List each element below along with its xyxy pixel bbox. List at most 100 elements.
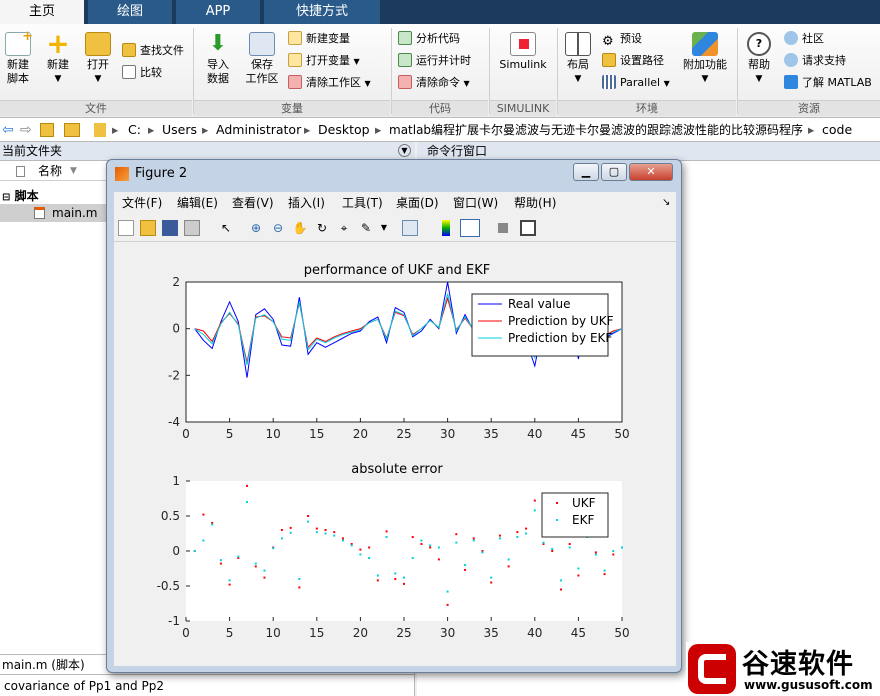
file-type-icon (16, 166, 25, 177)
colorbar-icon[interactable] (442, 220, 450, 236)
name-column-header[interactable]: 名称 (38, 161, 62, 181)
zoom-in-icon[interactable]: ⊕ (248, 220, 264, 236)
menu-insert[interactable]: 插入(I) (288, 192, 325, 214)
save-icon[interactable] (162, 220, 178, 236)
tab-home[interactable]: 主页 (0, 0, 84, 24)
panel-menu-icon[interactable]: ▼ (398, 144, 411, 157)
data-point-1 (516, 536, 519, 538)
breadcrumb-project[interactable]: matlab编程扩展卡尔曼滤波与无迹卡尔曼滤波的跟踪滤波性能的比较源码程序 (389, 118, 803, 142)
new-figure-icon[interactable] (118, 220, 134, 236)
menu-help[interactable]: 帮助(H) (514, 192, 556, 214)
help-dropdown-icon: ▼ (755, 74, 763, 84)
new-script-button[interactable]: + 新建 脚本 (2, 30, 34, 86)
parallel-button[interactable]: Parallel ▼ (602, 74, 670, 92)
rotate-icon[interactable]: ↻ (314, 220, 330, 236)
x-tick-label: 30 (440, 626, 455, 640)
tab-apps[interactable]: APP (176, 0, 260, 24)
request-support-button[interactable]: 请求支持 (784, 52, 846, 70)
maximize-button[interactable]: ▢ (601, 163, 627, 181)
hide-tools-icon[interactable] (498, 223, 508, 233)
menu-dock-icon[interactable]: ↘ (662, 192, 670, 214)
clear-workspace-button[interactable]: 清除工作区 ▼ (288, 74, 371, 92)
brush-dropdown-icon[interactable]: ▼ (376, 220, 392, 236)
preferences-button[interactable]: ⚙ 预设 (602, 30, 642, 49)
variable-group-label: 变量 (194, 100, 390, 116)
chart-title-performance: performance of UKF and EKF (304, 263, 491, 278)
collapse-icon[interactable]: ⊟ (2, 192, 10, 203)
help-label: 帮助 (748, 58, 770, 71)
new-label: 新建 (47, 58, 69, 71)
figure-title-bar[interactable]: Figure 2 ▁ ▢ ✕ (107, 160, 681, 188)
file-group-label: 文件 (0, 100, 192, 116)
menu-edit[interactable]: 编辑(E) (177, 192, 218, 214)
figure-canvas[interactable]: performance of UKF and EKF absolute erro… (114, 242, 676, 666)
brush-icon[interactable]: ✎ (358, 220, 374, 236)
new-button[interactable]: + 新建 ▼ (40, 30, 76, 86)
clear-commands-button[interactable]: 清除命令 ▼ (398, 74, 470, 92)
breadcrumb-administrator[interactable]: Administrator (216, 118, 301, 142)
data-point-1 (289, 531, 292, 534)
axes-error[interactable]: 0 5 10 15 20 25 30 35 40 45 50 -1 -0.5 0 0.5 1 UKF EKF (157, 474, 630, 640)
analyze-code-button[interactable]: 分析代码 (398, 30, 460, 48)
run-and-time-button[interactable]: 运行并计时 (398, 52, 471, 70)
layout-button[interactable]: 布局 ▼ (560, 32, 596, 86)
data-cursor-icon[interactable]: ⌖ (336, 220, 352, 236)
help-button[interactable]: ? 帮助 ▼ (742, 32, 776, 86)
add-ons-button[interactable]: 附加功能 ▼ (680, 32, 730, 86)
community-button[interactable]: 社区 (784, 30, 824, 48)
menu-view[interactable]: 查看(V) (232, 192, 274, 214)
data-point-0 (219, 562, 222, 565)
script-group[interactable]: ⊟ 脚本 (2, 187, 39, 204)
print-icon[interactable] (184, 220, 200, 236)
import-icon: ⬇ (208, 31, 228, 56)
cursor-icon[interactable]: ↖ (218, 220, 234, 236)
data-point-1 (411, 557, 414, 559)
figure-window[interactable]: Figure 2 ▁ ▢ ✕ 文件(F) 编辑(E) 查看(V) 插入(I) 工… (106, 159, 682, 673)
close-button[interactable]: ✕ (629, 163, 673, 181)
breadcrumb-desktop[interactable]: Desktop (318, 118, 370, 142)
data-point-0 (498, 534, 501, 537)
find-files-button[interactable]: 查找文件 (122, 42, 184, 60)
compare-button[interactable]: 比较 (122, 64, 162, 82)
open-file-icon[interactable] (140, 220, 156, 236)
pan-icon[interactable]: ✋ (292, 220, 308, 236)
layout-dropdown-icon: ▼ (574, 74, 582, 84)
tab-plots[interactable]: 绘图 (88, 0, 172, 24)
breadcrumb-drive[interactable]: C: (128, 118, 141, 142)
data-point-1 (490, 576, 493, 579)
data-point-0 (551, 550, 554, 552)
new-variable-button[interactable]: 新建变量 (288, 30, 350, 48)
show-tools-icon[interactable] (520, 220, 536, 236)
zoom-out-icon[interactable]: ⊖ (270, 220, 286, 236)
menu-window[interactable]: 窗口(W) (453, 192, 498, 214)
save-workspace-button[interactable]: 保存 工作区 (240, 32, 284, 86)
up-folder-icon[interactable] (40, 123, 54, 137)
minimize-button[interactable]: ▁ (573, 163, 599, 181)
forward-arrow-icon[interactable]: ⇨ (20, 118, 32, 142)
tab-shortcuts[interactable]: 快捷方式 (264, 0, 380, 24)
simulink-button[interactable]: Simulink (494, 32, 552, 72)
legend-icon[interactable] (460, 219, 480, 237)
menu-file[interactable]: 文件(F) (122, 192, 162, 214)
set-path-button[interactable]: 设置路径 (602, 52, 664, 70)
data-point-0 (446, 603, 449, 606)
file-item-main[interactable]: main.m (0, 204, 106, 222)
address-bar[interactable]: ⇦ ⇨ ▸ C: ▸ Users ▸ Administrator ▸ Deskt… (0, 118, 880, 142)
browse-folder-icon[interactable] (64, 123, 80, 137)
breadcrumb-users[interactable]: Users (162, 118, 197, 142)
request-support-label: 请求支持 (802, 54, 846, 67)
axes-performance[interactable]: 0 5 10 15 20 25 30 35 40 45 50 -4 -2 0 2 Real value Pred… (168, 275, 630, 441)
open-button[interactable]: 打开 ▼ (80, 32, 116, 86)
back-arrow-icon[interactable]: ⇦ (2, 118, 14, 142)
learn-matlab-button[interactable]: 了解 MATLAB (784, 74, 872, 92)
link-plot-icon[interactable] (402, 220, 418, 236)
data-point-1 (211, 523, 214, 526)
y-tick-label: 2 (172, 275, 180, 289)
menu-tools[interactable]: 工具(T) (342, 192, 383, 214)
open-variable-button[interactable]: 打开变量 ▼ (288, 52, 360, 70)
menu-desktop[interactable]: 桌面(D) (396, 192, 439, 214)
import-data-button[interactable]: ⬇ 导入 数据 (198, 32, 238, 86)
import-label: 导入 数据 (207, 58, 229, 85)
breadcrumb-code[interactable]: code (822, 118, 852, 142)
file-list-header[interactable]: 名称 ▼ (0, 161, 106, 181)
